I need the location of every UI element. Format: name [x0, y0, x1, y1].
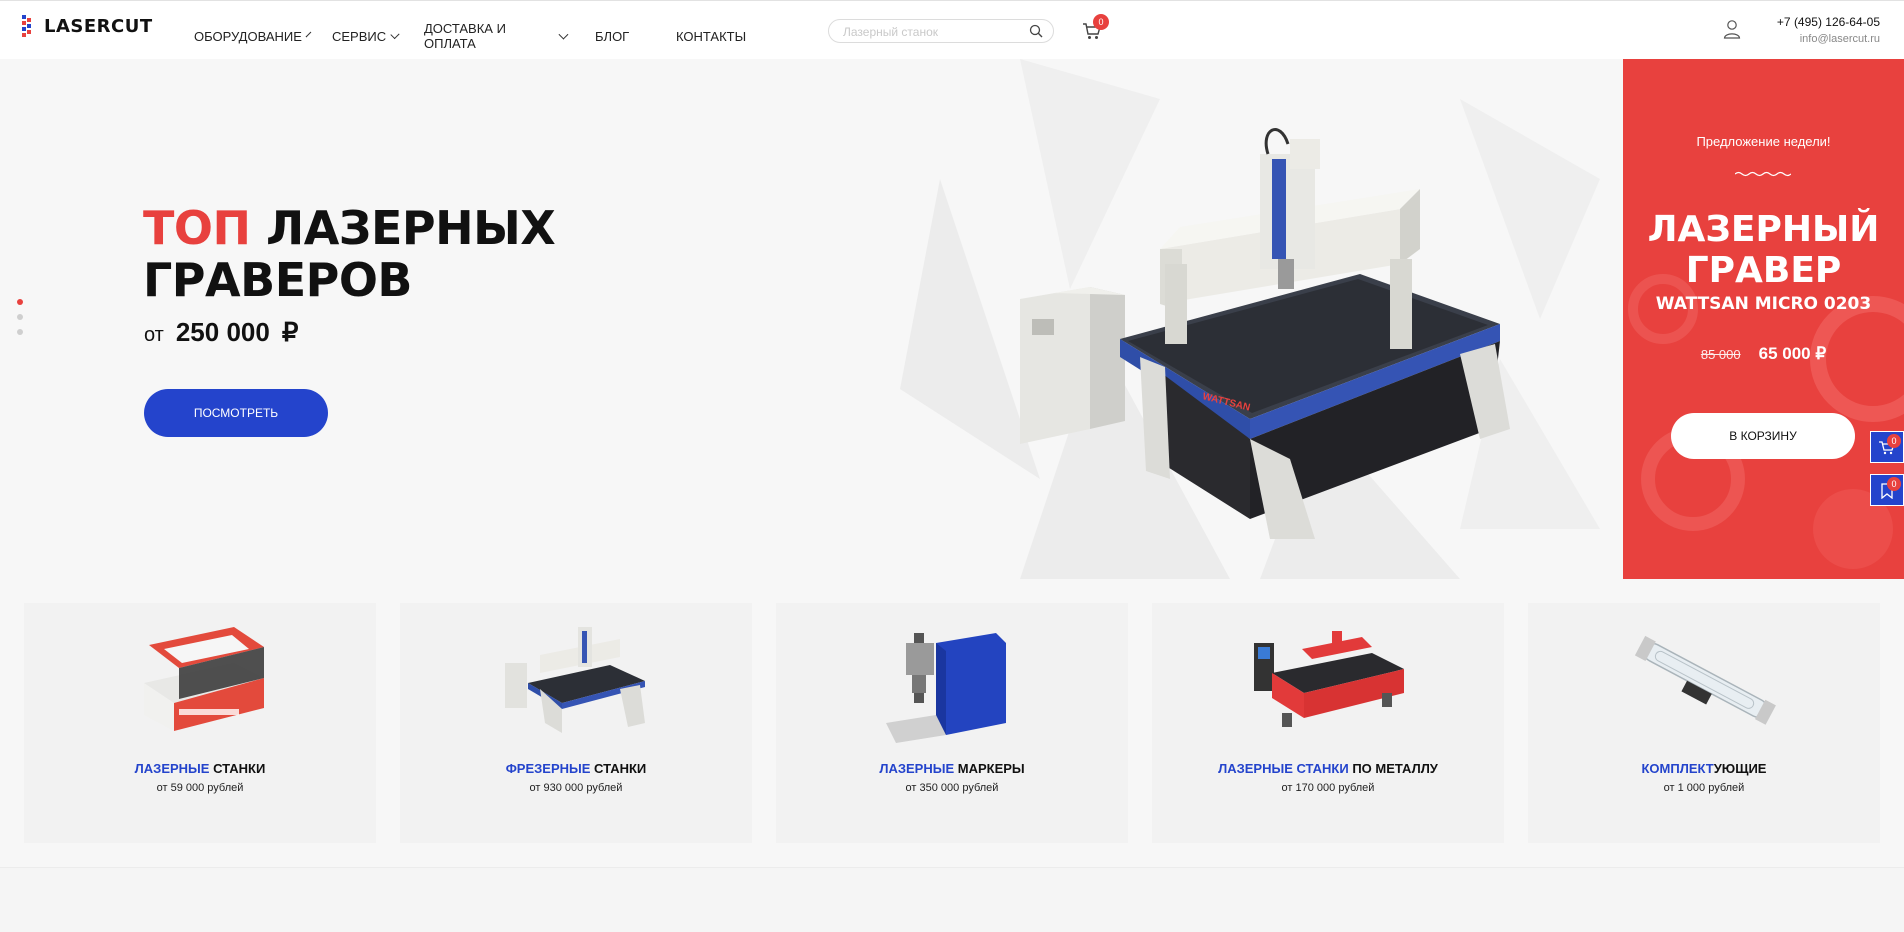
category-title-accent: ЛАЗЕРНЫЕ [134, 761, 210, 776]
category-card-components[interactable]: КОМПЛЕКТУЮЩИЕ от 1 000 рублей [1528, 603, 1880, 843]
nav-item-equipment[interactable]: ОБОРУДОВАНИЕ [194, 28, 312, 44]
price-currency: ₽ [281, 317, 299, 347]
old-price: 85 000 [1700, 347, 1741, 362]
category-title-rest: СТАНКИ [209, 761, 266, 776]
slider-dot[interactable] [17, 299, 23, 305]
phone-number[interactable]: +7 (495) 126-64-05 [1777, 15, 1880, 29]
hero-slider: ТОП ЛАЗЕРНЫХ ГРАВЕРОВ от 250 000 ₽ ПОСМО… [0, 59, 1623, 579]
chevron-down-icon [390, 29, 400, 39]
main-nav: ОБОРУДОВАНИЕ СЕРВИС ДОСТАВКА И ОПЛАТА БЛ… [194, 21, 776, 51]
hero-title-accent: ТОП [143, 201, 251, 255]
side-bookmark-count: 0 [1887, 477, 1901, 491]
category-card-laser[interactable]: ЛАЗЕРНЫЕ СТАНКИ от 59 000 рублей [24, 603, 376, 843]
category-price: от 1 000 рублей [1663, 782, 1745, 794]
nav-item-label: ОБОРУДОВАНИЕ [194, 28, 302, 44]
nav-item-label: БЛОГ [595, 28, 630, 44]
slider-dot[interactable] [17, 314, 23, 320]
price-amount: 250 000 [175, 317, 270, 347]
hero-title-word: ГРАВЕРОВ [143, 253, 413, 307]
search-icon[interactable] [1029, 24, 1043, 38]
offer-prices: 85 000 65 000 ₽ [1623, 344, 1904, 364]
slider-dots [17, 299, 23, 335]
add-to-cart-button[interactable]: В КОРЗИНУ [1671, 413, 1855, 459]
nav-item-service[interactable]: СЕРВИС [332, 28, 400, 44]
category-card-marker[interactable]: ЛАЗЕРНЫЕ МАРКЕРЫ от 350 000 рублей [776, 603, 1128, 843]
logo[interactable]: LASERCUT [22, 15, 153, 37]
email-link[interactable]: info@lasercut.ru [1800, 33, 1880, 45]
category-title: ЛАЗЕРНЫЕ МАРКЕРЫ [776, 761, 1128, 776]
hero-title: ТОП ЛАЗЕРНЫХ ГРАВЕРОВ [143, 201, 556, 307]
offer-name-line: ГРАВЕР [1685, 250, 1842, 291]
offer-tag: Предложение недели! [1696, 134, 1831, 149]
nav-item-blog[interactable]: БЛОГ [595, 29, 634, 44]
category-title: КОМПЛЕКТУЮЩИЕ [1528, 761, 1880, 776]
metal-laser-machine-image [1254, 631, 1404, 727]
nav-item-delivery[interactable]: ДОСТАВКА И ОПЛАТА [424, 21, 569, 51]
side-bookmark-widget[interactable]: 0 [1870, 474, 1904, 506]
cart-count-badge: 0 [1093, 14, 1109, 30]
side-cart-widget[interactable]: 0 [1870, 431, 1904, 463]
category-price: от 350 000 рублей [905, 782, 999, 794]
category-price: от 930 000 рублей [529, 782, 623, 794]
chevron-down-icon [305, 31, 312, 37]
category-title-rest: УЮЩИЕ [1713, 761, 1767, 776]
side-cart-count: 0 [1887, 434, 1901, 448]
category-card-metal[interactable]: ЛАЗЕРНЫЕ СТАНКИ ПО МЕТАЛЛУ от 170 000 ру… [1152, 603, 1504, 843]
weekly-offer-panel: Предложение недели! ЛАЗЕРНЫЙ ГРАВЕР WATT… [1623, 59, 1904, 579]
category-title-rest: МАРКЕРЫ [954, 761, 1025, 776]
offer-product-name: ЛАЗЕРНЫЙ ГРАВЕР [1623, 209, 1904, 291]
category-price: от 170 000 рублей [1281, 782, 1375, 794]
laser-machine-image [144, 627, 264, 731]
offer-model: WATTSAN MICRO 0203 [1655, 294, 1872, 314]
search-input[interactable] [843, 23, 1013, 40]
milling-machine-image [505, 627, 645, 733]
nav-item-label: ДОСТАВКА И ОПЛАТА [424, 21, 506, 51]
nav-item-contacts[interactable]: КОНТАКТЫ [676, 29, 746, 44]
hero-price: от 250 000 ₽ [144, 317, 298, 348]
next-section-band [0, 867, 1904, 932]
offer-name-line: ЛАЗЕРНЫЙ [1647, 209, 1880, 250]
category-title-accent: ФРЕЗЕРНЫЕ [505, 761, 591, 776]
wavy-underline-icon [1735, 171, 1791, 177]
laser-tube-image [1634, 635, 1776, 725]
chevron-down-icon [558, 29, 569, 39]
logo-text: LASERCUT [44, 15, 153, 37]
site-header: LASERCUT ОБОРУДОВАНИЕ СЕРВИС ДОСТАВКА И … [0, 0, 1904, 59]
category-title: ФРЕЗЕРНЫЕ СТАНКИ [400, 761, 752, 776]
user-icon[interactable] [1723, 19, 1741, 39]
new-price: 65 000 ₽ [1758, 344, 1827, 363]
category-title: ЛАЗЕРНЫЕ СТАНКИ [24, 761, 376, 776]
price-prefix: от [144, 324, 164, 346]
category-title: ЛАЗЕРНЫЕ СТАНКИ ПО МЕТАЛЛУ [1152, 761, 1504, 776]
category-title-accent: ЛАЗЕРНЫЕ [879, 761, 955, 776]
laser-marker-image [886, 633, 1006, 743]
category-list: ЛАЗЕРНЫЕ СТАНКИ от 59 000 рублей ФРЕЗЕРН… [24, 603, 1880, 843]
nav-item-label: КОНТАКТЫ [676, 28, 747, 44]
view-button[interactable]: ПОСМОТРЕТЬ [144, 389, 328, 437]
slider-dot[interactable] [17, 329, 23, 335]
category-card-milling[interactable]: ФРЕЗЕРНЫЕ СТАНКИ от 930 000 рублей [400, 603, 752, 843]
search-box [828, 19, 1054, 43]
category-title-accent: ЛАЗЕРНЫЕ СТАНКИ [1218, 761, 1349, 776]
category-title-accent: КОМПЛЕКТ [1641, 761, 1714, 776]
cnc-machine-image: WATTSAN [1020, 128, 1510, 539]
nav-item-label: СЕРВИС [332, 28, 387, 44]
category-title-rest: ПО МЕТАЛЛУ [1348, 761, 1438, 776]
category-title-rest: СТАНКИ [590, 761, 647, 776]
hero-title-word: ЛАЗЕРНЫХ [266, 201, 556, 255]
logo-mark-icon [22, 15, 31, 37]
category-price: от 59 000 рублей [156, 782, 244, 794]
